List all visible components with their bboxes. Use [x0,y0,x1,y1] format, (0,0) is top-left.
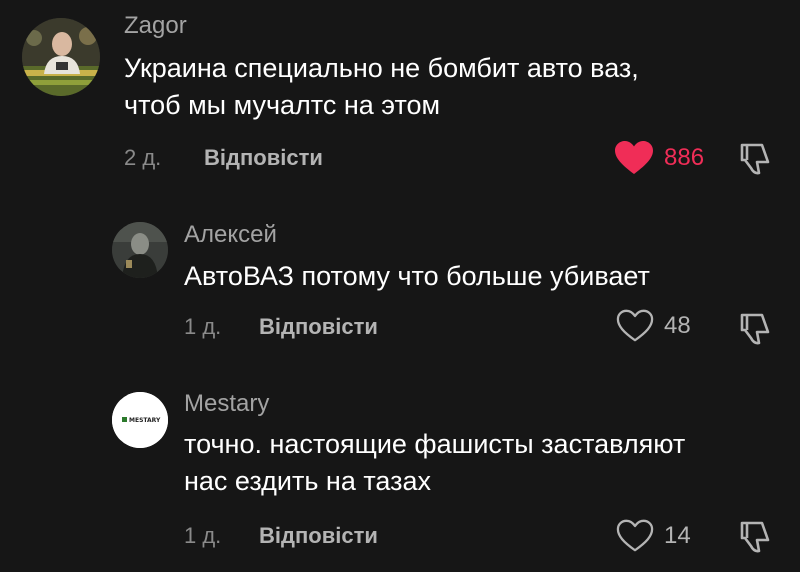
comment-text-line: Украина специально не бомбит авто ваз, [124,53,639,83]
comment-timestamp: 1 д. [184,523,222,548]
like-button[interactable]: 48 [616,308,691,344]
avatar-logo-text: MESTARY [129,417,161,424]
heart-outline-icon [616,519,654,552]
comment-text-line: точно. настоящие фашисты заставляют [184,429,686,459]
avatar-photo [22,18,100,96]
avatar[interactable] [22,18,100,96]
heart-outline-icon [616,309,654,342]
avatar-photo [112,222,168,278]
comment-timestamp: 1 д. [184,314,222,339]
comment-text-line: АвтоВАЗ потому что больше убивает [184,261,650,291]
avatar-logo: MESTARY [112,392,168,448]
reply-button[interactable]: Відповісти [259,523,378,549]
like-count: 48 [664,312,691,339]
comment-timestamp: 2 д. [124,145,162,170]
comment-author[interactable]: Mestary [184,390,269,418]
reply-button[interactable]: Відповісти [259,314,378,340]
like-count: 886 [664,144,705,171]
like-button[interactable]: 14 [616,518,691,554]
dislike-button[interactable] [736,310,774,348]
thumbs-down-icon [740,143,770,175]
heart-filled-icon [615,141,653,174]
thumbs-down-icon [740,313,770,345]
avatar[interactable]: MESTARY [112,392,168,448]
reply-button[interactable]: Відповісти [204,145,323,171]
comment-text-line: чтоб мы мучалтс на этом [124,90,441,120]
avatar[interactable] [112,222,168,278]
dislike-button[interactable] [736,518,774,556]
like-count: 14 [664,522,691,549]
comment-author[interactable]: Алексей [184,221,277,249]
comment-text-line: нас ездить на тазах [184,466,432,496]
like-button[interactable]: 886 [614,140,704,176]
thumbs-down-icon [740,521,770,553]
comment-author[interactable]: Zagor [124,12,187,40]
dislike-button[interactable] [736,140,774,178]
